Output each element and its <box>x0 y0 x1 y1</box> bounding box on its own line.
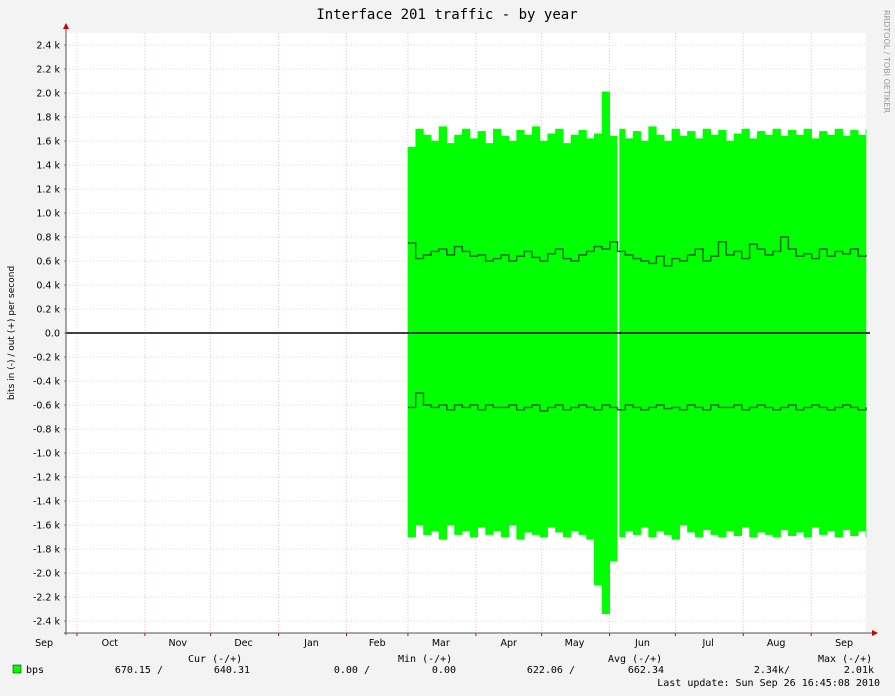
y-tick-label: 2.4 k <box>36 41 60 52</box>
x-tick-label: Jan <box>303 638 319 649</box>
y-tick-label: -0.6 k <box>33 401 61 412</box>
legend-header-min: Min (-/+) <box>398 654 452 665</box>
y-axis-label: bits in (-) / out (+) per second <box>7 266 17 400</box>
y-tick-label: -0.2 k <box>33 353 61 364</box>
x-tick-label: May <box>565 638 585 649</box>
y-tick-label: 2.2 k <box>36 65 60 76</box>
legend-avg-out: 662.34 <box>628 665 664 676</box>
x-tick-label: Aug <box>767 638 786 649</box>
y-tick-label: 1.6 k <box>36 137 60 148</box>
y-tick-label: -2.2 k <box>33 593 61 604</box>
legend-min-in: 0.00 / <box>334 665 370 676</box>
y-tick-label: -0.8 k <box>33 425 61 436</box>
vertical-credit: RRDTOOL / TOBI OETIKER <box>882 10 891 113</box>
x-tick-label: Jul <box>701 638 713 649</box>
legend-series-name: bps <box>26 665 44 676</box>
x-tick-label: Dec <box>234 638 252 649</box>
y-tick-label: 1.4 k <box>36 161 60 172</box>
y-tick-label: 0.2 k <box>36 305 60 316</box>
y-tick-label: -0.4 k <box>33 377 61 388</box>
x-tick-label: Sep <box>35 638 53 649</box>
legend-header-avg: Avg (-/+) <box>608 654 662 665</box>
y-tick-label: -1.6 k <box>33 521 61 532</box>
legend-max-out: 2.01k <box>844 665 874 676</box>
x-tick-label: Nov <box>169 638 188 649</box>
legend-avg-in: 622.06 / <box>527 665 575 676</box>
y-tick-label: -1.4 k <box>33 497 61 508</box>
y-tick-label: -1.8 k <box>33 545 61 556</box>
chart-title: Interface 201 traffic - by year <box>316 7 577 23</box>
y-tick-label: -1.0 k <box>33 449 61 460</box>
y-tick-label: -2.4 k <box>33 617 61 628</box>
x-tick-label: Mar <box>432 638 450 649</box>
x-tick-label: Oct <box>102 638 119 649</box>
x-tick-label: Apr <box>501 638 518 649</box>
legend-min-out: 0.00 <box>432 665 456 676</box>
y-tick-label: 0.0 <box>45 329 60 340</box>
y-tick-label: 1.8 k <box>36 113 60 124</box>
legend-max-in: 2.34k/ <box>754 665 790 676</box>
y-tick-label: -2.0 k <box>33 569 61 580</box>
last-update: Last update: Sun Sep 26 16:45:08 2010 <box>657 678 880 689</box>
plot-area: 2.4 k 2.2 k 2.0 k 1.8 k 1.6 k 1.4 k 1.2 k 1.0 k… <box>33 23 878 649</box>
y-tick-label: 1.0 k <box>36 209 60 220</box>
traffic-chart: Interface 201 traffic - by year RRDTOOL … <box>0 0 895 696</box>
y-tick-label: 0.8 k <box>36 233 60 244</box>
y-tick-label: 0.4 k <box>36 281 60 292</box>
legend-cur-in: 670.15 / <box>115 665 163 676</box>
x-tick-label: Jun <box>634 638 650 649</box>
legend-header-cur: Cur (-/+) <box>188 654 242 665</box>
y-tick-label: -1.2 k <box>33 473 61 484</box>
y-tick-label: 1.2 k <box>36 185 60 196</box>
legend-swatch <box>12 664 22 674</box>
legend-header-max: Max (-/+) <box>818 654 872 665</box>
x-tick-label: Sep <box>835 638 853 649</box>
legend-cur-out: 640.31 <box>214 665 250 676</box>
y-tick-label: 2.0 k <box>36 89 60 100</box>
x-tick-label: Feb <box>369 638 386 649</box>
y-tick-label: 0.6 k <box>36 257 60 268</box>
